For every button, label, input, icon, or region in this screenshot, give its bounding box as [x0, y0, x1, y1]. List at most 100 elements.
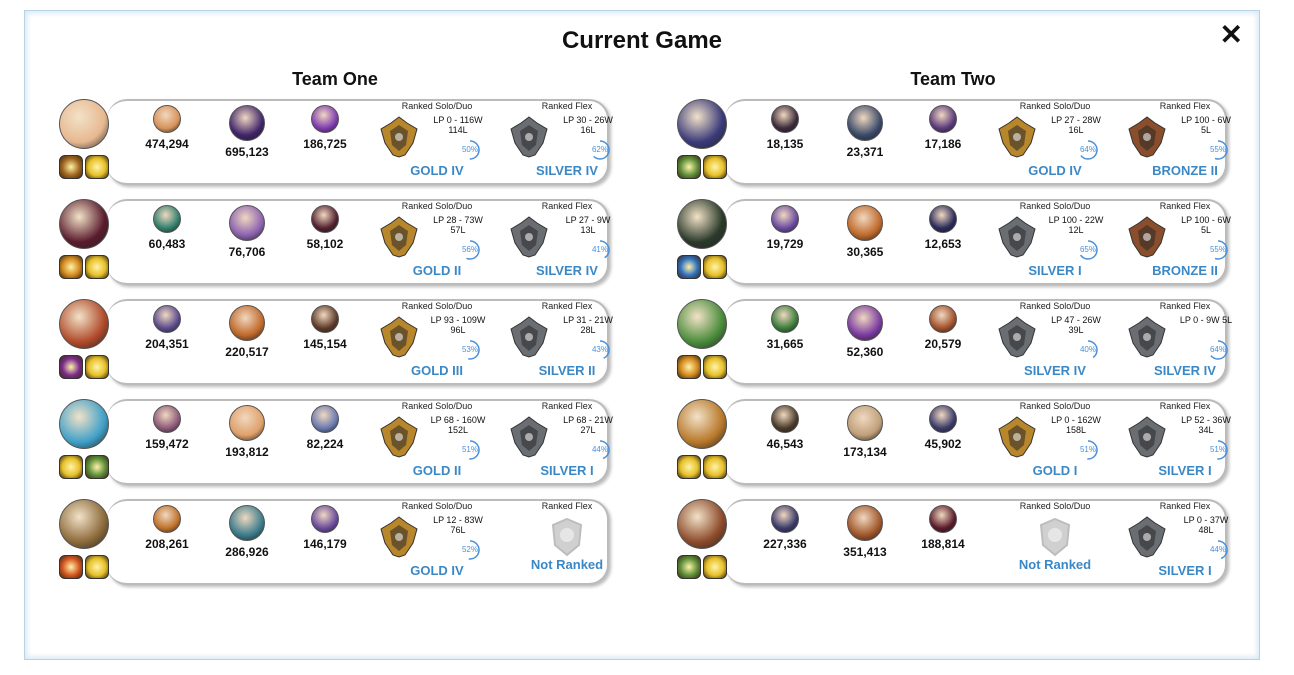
- player-row[interactable]: 159,472 193,812 82,224 Ranked Solo/Duo LP 68…: [59, 399, 619, 487]
- mastery-champion[interactable]: 351,413: [830, 505, 900, 559]
- mastery-champion[interactable]: 23,371: [830, 105, 900, 159]
- mastery-champion[interactable]: 45,902: [908, 405, 978, 451]
- mastery-champion[interactable]: 19,729: [750, 205, 820, 251]
- winrate-ring: 64%: [1207, 339, 1229, 361]
- mastery-champion[interactable]: 193,812: [212, 405, 282, 459]
- player-row[interactable]: 46,543 173,134 45,902 Ranked Solo/Duo LP 0 -…: [677, 399, 1237, 487]
- summoner-spell-icon[interactable]: [677, 255, 701, 279]
- player-row[interactable]: 60,483 76,706 58,102 Ranked Solo/Duo LP 28 -…: [59, 199, 619, 287]
- mastery-champion[interactable]: 46,543: [750, 405, 820, 451]
- champion-portrait[interactable]: [59, 299, 109, 349]
- mastery-champion[interactable]: 52,360: [830, 305, 900, 359]
- summoner-spell-icon[interactable]: [703, 155, 727, 179]
- lp-wins: LP 0 - 37W: [1183, 515, 1229, 525]
- mastery-champion[interactable]: 145,154: [290, 305, 360, 351]
- summoner-spell-icon[interactable]: [677, 155, 701, 179]
- mastery-champion[interactable]: 31,665: [750, 305, 820, 351]
- mastery-champion[interactable]: 474,294: [132, 105, 202, 151]
- champion-portrait[interactable]: [59, 99, 109, 149]
- lp-wins: LP 47 - 26W: [1051, 315, 1101, 325]
- mastery-champion[interactable]: 76,706: [212, 205, 282, 259]
- mastery-champion[interactable]: 82,224: [290, 405, 360, 451]
- mastery-champion[interactable]: 12,653: [908, 205, 978, 251]
- winrate-ring: 65%: [1077, 239, 1099, 261]
- queue-label: Ranked Flex: [1159, 201, 1211, 211]
- mastery-points: 188,814: [921, 537, 965, 551]
- queue-label: Ranked Solo/Duo: [401, 201, 473, 211]
- ranked-solo: Ranked Solo/Duo LP 0 - 116W 114L 50% GOLD IV: [377, 99, 497, 181]
- gold-emblem-icon: [379, 215, 419, 259]
- mastery-champion[interactable]: 20,579: [908, 305, 978, 351]
- summoner-spell-icon[interactable]: [85, 355, 109, 379]
- player-row[interactable]: 18,135 23,371 17,186 Ranked Solo/Duo LP 27 -…: [677, 99, 1237, 187]
- tier-label: Not Ranked: [530, 557, 604, 572]
- champion-portrait[interactable]: [59, 499, 109, 549]
- player-row[interactable]: 474,294 695,123 186,725 Ranked Solo/Duo LP 0…: [59, 99, 619, 187]
- summoner-spell-icon[interactable]: [677, 455, 701, 479]
- mastery-champion[interactable]: 18,135: [750, 105, 820, 151]
- summoner-spell-icon[interactable]: [85, 455, 109, 479]
- summoner-spell-icon[interactable]: [703, 555, 727, 579]
- player-row[interactable]: 204,351 220,517 145,154 Ranked Solo/Duo LP 9…: [59, 299, 619, 387]
- player-row[interactable]: 31,665 52,360 20,579 Ranked Solo/Duo LP 47 -…: [677, 299, 1237, 387]
- silver-emblem-icon: [997, 215, 1037, 259]
- winrate-text: 51%: [461, 445, 478, 454]
- mastery-champion[interactable]: 159,472: [132, 405, 202, 451]
- gold-emblem-icon: [379, 315, 419, 359]
- champion-portrait[interactable]: [677, 499, 727, 549]
- mastery-champion-icon: [153, 105, 181, 133]
- player-row[interactable]: 208,261 286,926 146,179 Ranked Solo/Duo LP 1…: [59, 499, 619, 587]
- summoner-spell-icon[interactable]: [59, 555, 83, 579]
- player-row[interactable]: 19,729 30,365 12,653 Ranked Solo/Duo LP 100 …: [677, 199, 1237, 287]
- summoner-spell-icon[interactable]: [59, 155, 83, 179]
- mastery-champion[interactable]: 60,483: [132, 205, 202, 251]
- champion-portrait[interactable]: [59, 199, 109, 249]
- winrate-text: 55%: [1209, 145, 1226, 154]
- rank-stats: LP 100 - 6W 5L: [1171, 115, 1241, 135]
- mastery-champion[interactable]: 286,926: [212, 505, 282, 559]
- mastery-champion[interactable]: 17,186: [908, 105, 978, 151]
- mastery-champion[interactable]: 30,365: [830, 205, 900, 259]
- summoner-spell-icon[interactable]: [677, 555, 701, 579]
- summoner-spell-icon[interactable]: [85, 155, 109, 179]
- close-icon[interactable]: ✕: [1220, 21, 1243, 49]
- winrate-text: 51%: [1209, 445, 1226, 454]
- summoner-spell-icon[interactable]: [703, 455, 727, 479]
- summoner-spell-icon[interactable]: [59, 355, 83, 379]
- mastery-champion[interactable]: 186,725: [290, 105, 360, 151]
- champion-portrait[interactable]: [677, 199, 727, 249]
- losses: 27L: [580, 425, 596, 435]
- mastery-champion[interactable]: 146,179: [290, 505, 360, 551]
- champion-portrait[interactable]: [677, 399, 727, 449]
- mastery-champion[interactable]: 220,517: [212, 305, 282, 359]
- ranked-solo: Ranked Solo/Duo LP 100 - 22W 12L 65% SILVER …: [995, 199, 1115, 281]
- ranked-flex: Ranked Flex LP 0 - 9W 5L 64% SILVER IV: [1125, 299, 1245, 381]
- lp-wins: LP 28 - 73W: [433, 215, 483, 225]
- ranked-flex: Ranked Flex Not Ranked: [507, 499, 627, 581]
- champion-portrait[interactable]: [677, 299, 727, 349]
- queue-label: Ranked Flex: [541, 401, 593, 411]
- summoner-spell-icon[interactable]: [85, 555, 109, 579]
- mastery-points: 76,706: [228, 245, 266, 259]
- mastery-champion[interactable]: 173,134: [830, 405, 900, 459]
- summoner-spell-icon[interactable]: [85, 255, 109, 279]
- player-row[interactable]: 227,336 351,413 188,814 Ranked Solo/Duo Not …: [677, 499, 1237, 587]
- mastery-champion[interactable]: 208,261: [132, 505, 202, 551]
- mastery-champion[interactable]: 188,814: [908, 505, 978, 551]
- champion-portrait[interactable]: [677, 99, 727, 149]
- mastery-champion[interactable]: 204,351: [132, 305, 202, 351]
- mastery-champion[interactable]: 695,123: [212, 105, 282, 159]
- mastery-champion[interactable]: 58,102: [290, 205, 360, 251]
- summoner-spell-icon[interactable]: [703, 255, 727, 279]
- mastery-champion[interactable]: 227,336: [750, 505, 820, 551]
- summoner-spell-icon[interactable]: [703, 355, 727, 379]
- losses: 16L: [580, 125, 596, 135]
- summoner-spell-icon[interactable]: [59, 455, 83, 479]
- tier-label: GOLD IV: [410, 563, 464, 578]
- summoner-spell-icon[interactable]: [59, 255, 83, 279]
- winrate-ring: 53%: [459, 339, 481, 361]
- rank-stats: LP 27 - 9W 13L: [553, 215, 623, 235]
- summoner-spell-icon[interactable]: [677, 355, 701, 379]
- mastery-points: 695,123: [225, 145, 269, 159]
- champion-portrait[interactable]: [59, 399, 109, 449]
